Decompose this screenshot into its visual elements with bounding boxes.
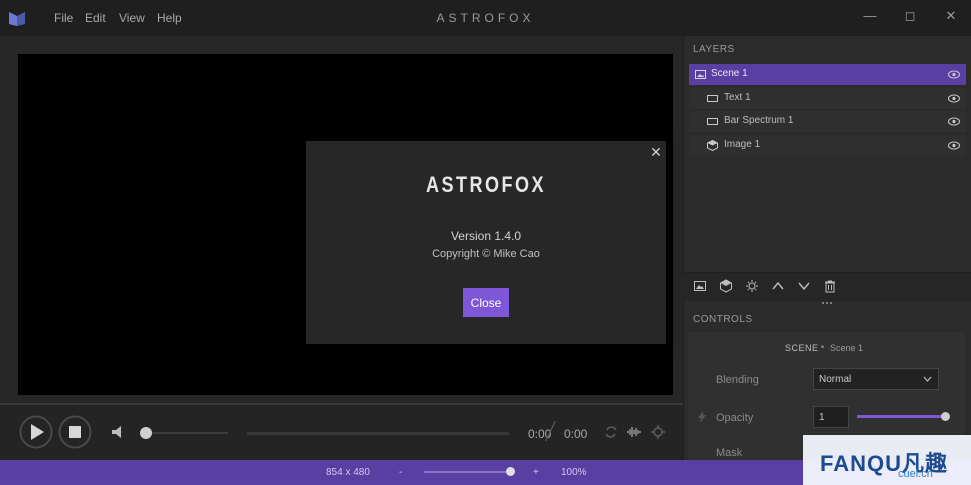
maximize-icon[interactable]: ◻: [898, 6, 922, 26]
layer-label: Scene 1: [711, 68, 748, 79]
effect-icon[interactable]: [745, 279, 759, 293]
opacity-value: 1: [819, 412, 825, 423]
eye-icon[interactable]: [948, 117, 960, 126]
layer-label: Bar Spectrum 1: [724, 115, 794, 126]
opacity-label: Opacity: [716, 412, 754, 424]
eye-icon[interactable]: [948, 141, 960, 150]
blending-select[interactable]: Normal: [813, 368, 939, 390]
add-scene-icon[interactable]: [693, 279, 707, 293]
eye-icon[interactable]: [948, 94, 960, 103]
volume-slider[interactable]: [146, 432, 228, 434]
layer-row-scene-1[interactable]: Scene 1: [689, 64, 966, 85]
opacity-slider[interactable]: [857, 415, 945, 418]
close-icon[interactable]: ✕: [939, 6, 963, 26]
spectrum-icon[interactable]: [651, 425, 665, 439]
mask-label: Mask: [716, 447, 743, 459]
resolution-readout: 854 x 480: [326, 467, 370, 478]
chevron-down-icon: [923, 376, 932, 382]
stop-button[interactable]: [58, 415, 92, 449]
add-element-icon[interactable]: [719, 279, 733, 293]
minimize-icon[interactable]: —: [858, 6, 882, 26]
layer-label: Text 1: [724, 92, 751, 103]
progress-bar[interactable]: [247, 432, 509, 435]
volume-icon[interactable]: [110, 424, 126, 440]
layer-row-bar-spectrum-1[interactable]: Bar Spectrum 1: [689, 111, 966, 132]
dialog-version: Version 1.4.0: [450, 229, 522, 243]
dialog-close-icon[interactable]: ✕: [648, 144, 664, 160]
move-up-icon[interactable]: [771, 279, 785, 293]
app-title: ASTROFOX: [436, 11, 535, 25]
move-down-icon[interactable]: [797, 279, 811, 293]
image-icon: [695, 70, 706, 79]
opacity-handle[interactable]: [941, 412, 950, 421]
blending-value: Normal: [819, 374, 852, 385]
dialog-logo: ASTROFOX: [426, 172, 546, 197]
lightning-icon[interactable]: [697, 411, 707, 423]
layer-row-text-1[interactable]: Text 1: [689, 88, 966, 109]
trash-icon[interactable]: [823, 279, 837, 293]
rectangle-icon: [707, 118, 718, 125]
layer-row-image-1[interactable]: Image 1: [689, 135, 966, 156]
controls-header: CONTROLS: [693, 314, 753, 325]
controls-section-label: SCENE: [785, 343, 819, 353]
rectangle-icon: [707, 95, 718, 102]
layer-label: Image 1: [724, 139, 761, 150]
play-icon: [31, 424, 44, 440]
zoom-value: 100%: [561, 467, 587, 478]
zoom-slider[interactable]: [424, 471, 512, 473]
eye-icon[interactable]: [948, 70, 960, 79]
layers-header: LAYERS: [693, 44, 735, 55]
waveform-icon[interactable]: [626, 425, 642, 439]
dialog-copyright: Copyright © Mike Cao: [432, 248, 540, 260]
resize-handle-icon[interactable]: [821, 300, 833, 306]
repeat-icon[interactable]: [604, 425, 618, 439]
zoom-handle[interactable]: [506, 467, 515, 476]
volume-handle[interactable]: [140, 427, 152, 439]
blending-label: Blending: [716, 374, 759, 386]
stop-icon: [69, 426, 81, 438]
zoom-in-button[interactable]: +: [533, 467, 539, 478]
bullet-icon: •: [821, 342, 825, 352]
zoom-out-button[interactable]: -: [399, 467, 402, 478]
cube-icon: [707, 140, 718, 151]
watermark-sub: cuel.cn: [898, 468, 933, 480]
controls-section-name: Scene 1: [830, 343, 864, 353]
total-time: 0:00: [564, 427, 588, 441]
play-button[interactable]: [19, 415, 53, 449]
opacity-input[interactable]: 1: [813, 406, 849, 428]
close-button[interactable]: Close: [463, 288, 509, 317]
